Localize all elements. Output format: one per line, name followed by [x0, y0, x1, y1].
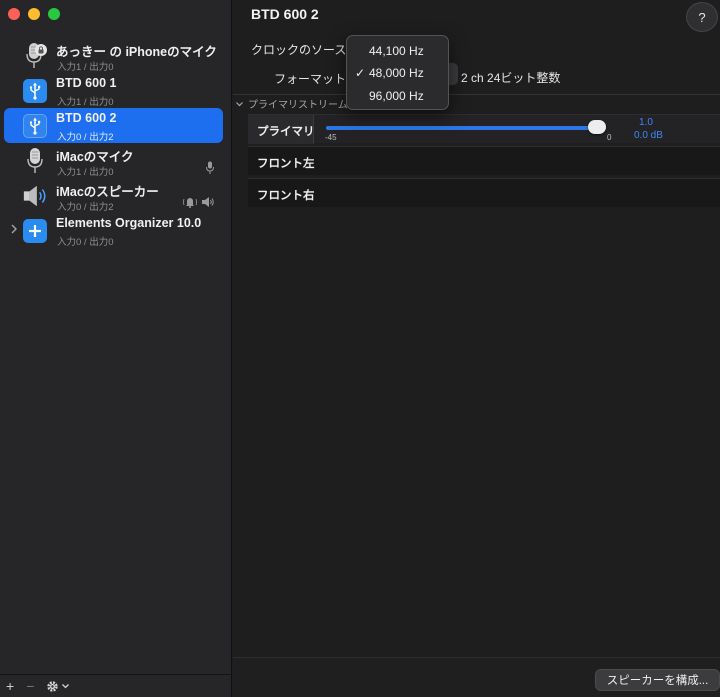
device-item-btd-600-2[interactable]: BTD 600 2 入力0 / 出力2: [4, 108, 223, 143]
device-io: 入力1 / 出力0: [57, 167, 114, 178]
menu-item-48000[interactable]: ✓ 48,000 Hz: [347, 62, 448, 84]
sidebar-bottom-bar: + −: [0, 674, 232, 697]
device-io: 入力1 / 出力0: [57, 97, 114, 108]
default-output-indicators: [183, 196, 215, 208]
format-label: フォーマット:: [274, 72, 350, 86]
plus-icon: [22, 218, 48, 244]
device-name: iMacのスピーカー: [56, 185, 159, 199]
stream-label: プライマリ: [257, 126, 315, 138]
device-io: 入力0 / 出力0: [57, 237, 114, 248]
small-speaker-icon: [202, 197, 214, 207]
volume-slider-knob[interactable]: [588, 120, 606, 134]
volume-slider-fill: [326, 126, 606, 130]
menu-item-96000[interactable]: 96,000 Hz: [347, 85, 448, 107]
chevron-down-icon: [236, 101, 243, 106]
checkmark-icon: ✓: [355, 66, 366, 80]
stream-row-front-right: フロント右: [248, 178, 720, 207]
stream-label: フロント右: [257, 190, 315, 202]
default-input-indicator: [205, 161, 215, 175]
configure-speakers-button[interactable]: スピーカーを構成...: [595, 669, 720, 691]
sample-rate-popup-menu: 44,100 Hz ✓ 48,000 Hz 96,000 Hz: [346, 35, 449, 110]
close-window-button[interactable]: [8, 8, 20, 20]
device-name: あっきー の iPhoneのマイク: [56, 45, 217, 59]
usb-icon: [22, 113, 48, 139]
device-name: Elements Organizer 10.0: [56, 216, 202, 230]
small-microphone-icon: [206, 161, 214, 174]
page-title: BTD 600 2: [251, 6, 319, 22]
device-item-imac-speaker[interactable]: iMacのスピーカー 入力0 / 出力2: [4, 178, 223, 213]
gear-icon: [47, 680, 59, 692]
sidebar: あっきー の iPhoneのマイク 入力1 / 出力0 BTD 600 1 入力…: [0, 0, 232, 697]
microphone-lock-icon: [22, 43, 48, 69]
device-item-imac-mic[interactable]: iMacのマイク 入力1 / 出力0: [4, 143, 223, 178]
device-name: BTD 600 1: [56, 76, 117, 90]
slider-min-label: -45: [325, 133, 337, 142]
window-controls: [8, 8, 60, 20]
stream-label: フロント左: [257, 158, 315, 170]
device-item-btd-600-1[interactable]: BTD 600 1 入力1 / 出力0: [4, 73, 223, 108]
volume-slider[interactable]: [326, 120, 606, 134]
volume-db-value: 0.0 dB: [634, 130, 663, 141]
menu-item-label: 96,000 Hz: [369, 89, 424, 103]
device-io: 入力0 / 出力2: [57, 202, 114, 213]
device-io: 入力0 / 出力2: [57, 132, 114, 143]
chevron-right-icon[interactable]: [9, 223, 19, 235]
alert-sound-icon: [183, 198, 197, 208]
usb-icon: [22, 78, 48, 104]
section-title: プライマリストリーム: [248, 100, 348, 111]
primary-stream-header[interactable]: プライマリストリーム: [233, 94, 720, 112]
stream-row-front-left: フロント左: [248, 146, 720, 175]
volume-value: 1.0: [639, 117, 653, 128]
minimize-window-button[interactable]: [28, 8, 40, 20]
action-menu-button[interactable]: [46, 677, 70, 695]
help-button[interactable]: ?: [686, 2, 718, 32]
device-item-elements-organizer[interactable]: Elements Organizer 10.0 入力0 / 出力0: [4, 213, 223, 248]
device-detail-pane: BTD 600 2 ? クロックのソース: フォーマット: 2 ch 24ビット…: [233, 0, 720, 697]
format-channels-value[interactable]: 2 ch 24ビット整数: [461, 69, 560, 86]
menu-item-label: 44,100 Hz: [369, 44, 424, 58]
device-io: 入力1 / 出力0: [57, 62, 114, 73]
speaker-icon: [22, 183, 48, 209]
device-item-iphone-mic[interactable]: あっきー の iPhoneのマイク 入力1 / 出力0: [4, 38, 223, 73]
clock-source-label: クロックのソース:: [251, 43, 350, 57]
stream-row-primary: プライマリ -45 0 1.0 0.0 dB: [248, 114, 720, 144]
menu-item-44100[interactable]: 44,100 Hz: [347, 40, 448, 62]
format-popup-button[interactable]: [448, 63, 458, 85]
remove-device-button[interactable]: −: [26, 677, 34, 695]
slider-max-label: 0: [607, 133, 612, 142]
device-name: BTD 600 2: [56, 111, 117, 125]
menu-item-label: 48,000 Hz: [369, 66, 424, 80]
add-device-button[interactable]: +: [6, 677, 14, 695]
device-name: iMacのマイク: [56, 150, 134, 164]
microphone-icon: [22, 148, 48, 174]
detail-footer: スピーカーを構成...: [233, 657, 720, 697]
chevron-down-icon: [62, 684, 70, 689]
zoom-window-button[interactable]: [48, 8, 60, 20]
